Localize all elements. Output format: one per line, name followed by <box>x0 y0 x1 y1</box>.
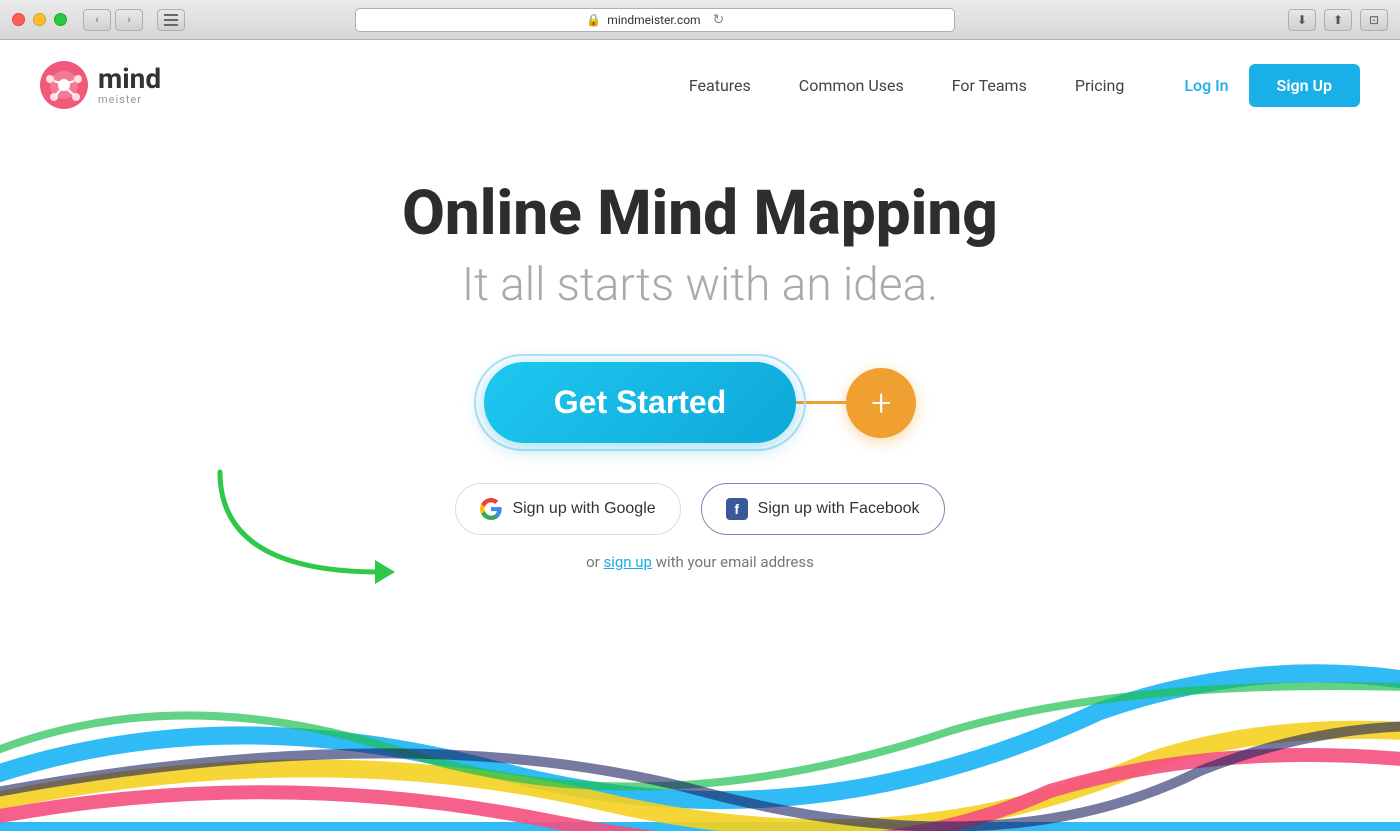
email-signup-link[interactable]: sign up <box>603 553 652 571</box>
signup-facebook-button[interactable]: f Sign up with Facebook <box>701 483 945 535</box>
lock-icon: 🔒 <box>586 13 601 27</box>
get-started-button[interactable]: Get Started <box>484 362 796 443</box>
hero-title: Online Mind Mapping <box>0 180 1400 248</box>
get-started-wrapper: Get Started <box>484 362 796 443</box>
email-suffix: with your email address <box>652 553 814 571</box>
reload-icon[interactable]: ↻ <box>713 12 725 28</box>
back-button[interactable]: ‹ <box>83 9 111 31</box>
navbar: mind meister Features Common Uses For Te… <box>0 40 1400 130</box>
fullscreen-button[interactable]: ⊡ <box>1360 9 1388 31</box>
download-button[interactable]: ⬇ <box>1288 9 1316 31</box>
nav-common-uses[interactable]: Common Uses <box>799 76 904 95</box>
logo-text: mind meister <box>98 65 161 105</box>
facebook-signup-label: Sign up with Facebook <box>758 500 920 518</box>
maximize-button[interactable] <box>54 13 67 26</box>
facebook-icon: f <box>726 498 748 520</box>
google-signup-label: Sign up with Google <box>512 500 655 518</box>
site-content: mind meister Features Common Uses For Te… <box>0 40 1400 831</box>
sidebar-toggle-button[interactable] <box>157 9 185 31</box>
nav-features[interactable]: Features <box>689 76 751 95</box>
logo-mind-text: mind <box>98 65 161 93</box>
nav-actions: Log In Sign Up <box>1184 64 1360 107</box>
signup-google-button[interactable]: Sign up with Google <box>455 483 680 535</box>
plus-button[interactable]: + <box>846 368 916 438</box>
login-button[interactable]: Log In <box>1184 76 1228 95</box>
signup-button[interactable]: Sign Up <box>1249 64 1360 107</box>
nav-for-teams[interactable]: For Teams <box>952 76 1027 95</box>
forward-button[interactable]: › <box>115 9 143 31</box>
waves-decoration <box>0 611 1400 831</box>
email-prefix: or <box>586 553 603 571</box>
share-button[interactable]: ⬆ <box>1324 9 1352 31</box>
logo-area[interactable]: mind meister <box>40 61 161 109</box>
url-text: mindmeister.com <box>607 13 700 27</box>
nav-links: Features Common Uses For Teams Pricing <box>689 76 1124 95</box>
cta-container: Get Started + <box>0 362 1400 443</box>
hero-section: Online Mind Mapping It all starts with a… <box>0 130 1400 571</box>
url-bar[interactable]: 🔒 mindmeister.com ↻ <box>355 8 955 32</box>
green-arrow-decoration <box>200 452 430 612</box>
hero-subtitle: It all starts with an idea. <box>0 258 1400 312</box>
google-icon <box>480 498 502 520</box>
logo-icon <box>40 61 88 109</box>
plus-icon: + <box>871 382 891 424</box>
window-chrome: ‹ › 🔒 mindmeister.com ↻ ⬇ ⬆ ⊡ <box>0 0 1400 40</box>
nav-pricing[interactable]: Pricing <box>1075 76 1125 95</box>
close-button[interactable] <box>12 13 25 26</box>
minimize-button[interactable] <box>33 13 46 26</box>
logo-meister-text: meister <box>98 94 161 105</box>
